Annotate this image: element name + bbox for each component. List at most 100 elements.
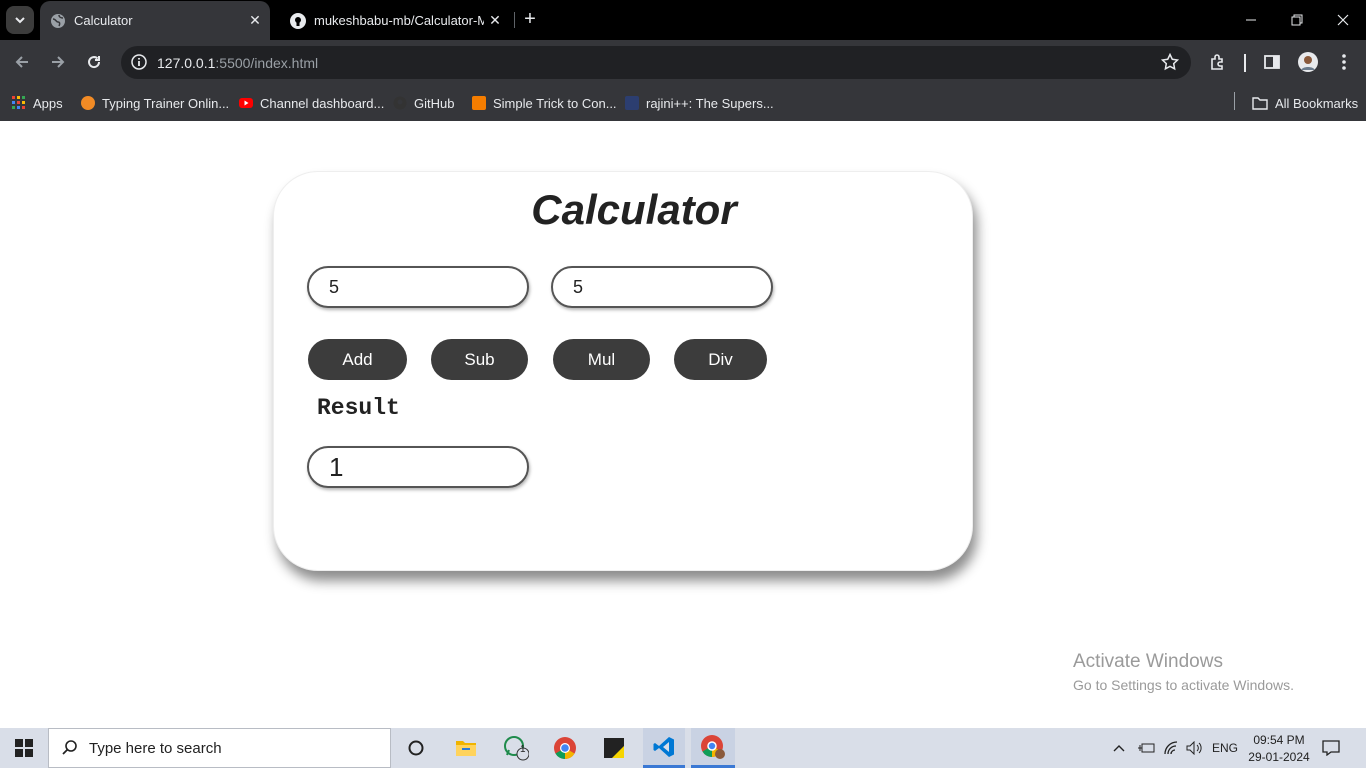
page-title: Calculator — [531, 186, 737, 233]
toolbar-separator — [1244, 54, 1246, 72]
arrow-left-icon — [15, 56, 28, 68]
tab-calculator[interactable]: Calculator ✕ — [40, 1, 270, 40]
activate-windows-watermark: Activate Windows Go to Settings to activ… — [1073, 651, 1294, 693]
close-tab-icon[interactable]: ✕ — [244, 12, 266, 29]
result-field[interactable] — [307, 446, 529, 488]
restore-button[interactable] — [1274, 0, 1320, 40]
volume-button[interactable] — [1186, 728, 1206, 768]
chrome-profile-button[interactable] — [691, 728, 735, 768]
tab-strip: Calculator ✕ mukeshbabu-mb/Calculator-M … — [0, 0, 1366, 40]
github-icon — [290, 12, 306, 29]
apps-grid-icon — [12, 96, 25, 109]
folder-icon — [456, 741, 476, 756]
wifi-icon — [1164, 741, 1178, 755]
site-info-icon[interactable] — [129, 52, 149, 72]
profile-avatar[interactable] — [1297, 51, 1319, 73]
forward-button[interactable] — [47, 51, 69, 73]
clock-time: 09:54 PM — [1253, 732, 1305, 747]
typing-trainer-icon — [81, 96, 95, 110]
windows-logo-icon — [15, 739, 33, 757]
chrome-profile-icon — [701, 734, 725, 759]
chevron-down-icon — [15, 17, 25, 24]
sub-button[interactable]: Sub — [431, 339, 528, 380]
blogger-icon — [472, 96, 486, 110]
avatar-icon — [1298, 52, 1318, 72]
bookmark-simple-trick[interactable]: Simple Trick to Con... — [472, 93, 617, 113]
puzzle-icon — [1211, 54, 1223, 70]
new-tab-button[interactable]: + — [518, 8, 542, 32]
chrome-button[interactable] — [545, 728, 585, 768]
globe-icon — [50, 13, 66, 29]
windows-taskbar: Type here to search 1 ENG 09:54 PM 29-01… — [0, 728, 1366, 768]
bookmark-channel-dashboard[interactable]: Channel dashboard... — [239, 93, 384, 113]
close-tab-icon[interactable]: ✕ — [484, 12, 506, 29]
add-button[interactable]: Add — [308, 339, 407, 380]
page-content: Calculator Add Sub Mul Div Result Activa… — [0, 121, 1366, 728]
clock[interactable]: 09:54 PM 29-01-2024 — [1245, 728, 1313, 768]
bookmark-github[interactable]: GitHub — [393, 93, 454, 113]
arrow-right-icon — [52, 56, 65, 68]
side-panel-icon — [1264, 55, 1280, 69]
bookmark-label: Channel dashboard... — [260, 95, 385, 111]
more-vertical-icon — [1342, 54, 1346, 70]
taskbar-search-box[interactable]: Type here to search — [48, 728, 391, 768]
github-icon — [393, 96, 407, 110]
address-bar[interactable]: 127.0.0.1:5500/index.html — [121, 46, 1191, 79]
task-view-button[interactable] — [396, 728, 436, 768]
whatsapp-button[interactable]: 1 — [496, 728, 536, 768]
tab-github-repo[interactable]: mukeshbabu-mb/Calculator-M ✕ — [280, 1, 510, 40]
start-button[interactable] — [0, 728, 48, 768]
sticky-notes-button[interactable] — [594, 728, 634, 768]
close-window-button[interactable] — [1320, 0, 1366, 40]
minimize-icon — [1246, 19, 1256, 21]
bookmark-label: Typing Trainer Onlin... — [102, 95, 230, 111]
vscode-button[interactable] — [643, 728, 685, 768]
reload-button[interactable] — [83, 51, 105, 73]
bookmarks-separator — [1234, 92, 1235, 110]
mul-button[interactable]: Mul — [553, 339, 650, 380]
chrome-icon — [554, 737, 576, 759]
tab-title: mukeshbabu-mb/Calculator-M — [314, 13, 484, 28]
tab-title: Calculator — [74, 13, 133, 28]
whatsapp-badge: 1 — [520, 744, 526, 755]
back-button[interactable] — [11, 51, 33, 73]
div-button[interactable]: Div — [674, 339, 767, 380]
notifications-button[interactable] — [1322, 728, 1346, 768]
side-panel-button[interactable] — [1261, 51, 1283, 73]
bookmark-label: Simple Trick to Con... — [493, 95, 617, 111]
bookmark-typing-trainer[interactable]: Typing Trainer Onlin... — [81, 93, 229, 113]
chevron-up-icon — [1113, 745, 1125, 752]
bookmark-star-icon[interactable] — [1160, 52, 1180, 76]
extensions-button[interactable] — [1207, 51, 1229, 73]
first-number-input[interactable] — [307, 266, 529, 308]
all-bookmarks-label: All Bookmarks — [1275, 95, 1359, 111]
reload-icon — [88, 56, 101, 69]
search-placeholder: Type here to search — [89, 739, 222, 757]
menu-button[interactable] — [1333, 51, 1355, 73]
second-number-input[interactable] — [551, 266, 773, 308]
clock-date: 29-01-2024 — [1248, 749, 1310, 764]
file-explorer-button[interactable] — [446, 728, 486, 768]
language-indicator[interactable]: ENG — [1212, 728, 1238, 768]
browser-toolbar: 127.0.0.1:5500/index.html — [0, 40, 1366, 85]
minimize-button[interactable] — [1228, 0, 1274, 40]
restore-icon — [1291, 14, 1303, 26]
battery-button[interactable] — [1138, 728, 1158, 768]
all-bookmarks-button[interactable]: All Bookmarks — [1252, 93, 1358, 113]
tab-search-button[interactable] — [6, 6, 34, 34]
bookmark-rajini[interactable]: rajini++: The Supers... — [625, 93, 774, 113]
calculator-card: Calculator Add Sub Mul Div Result — [273, 171, 973, 571]
network-button[interactable] — [1163, 728, 1183, 768]
watermark-title: Activate Windows — [1073, 651, 1223, 672]
show-hidden-icons-button[interactable] — [1113, 728, 1131, 768]
close-icon — [1337, 14, 1349, 26]
notification-icon — [1322, 740, 1340, 756]
tds-icon — [625, 96, 639, 110]
vscode-icon — [653, 736, 674, 757]
watermark-subtitle: Go to Settings to activate Windows. — [1073, 677, 1294, 693]
bookmark-apps[interactable]: Apps — [12, 93, 63, 113]
browser-chrome: Calculator ✕ mukeshbabu-mb/Calculator-M … — [0, 0, 1366, 121]
bookmark-label: Apps — [33, 95, 63, 111]
url-text: 127.0.0.1:5500/index.html — [157, 55, 319, 71]
tab-separator — [514, 12, 515, 28]
